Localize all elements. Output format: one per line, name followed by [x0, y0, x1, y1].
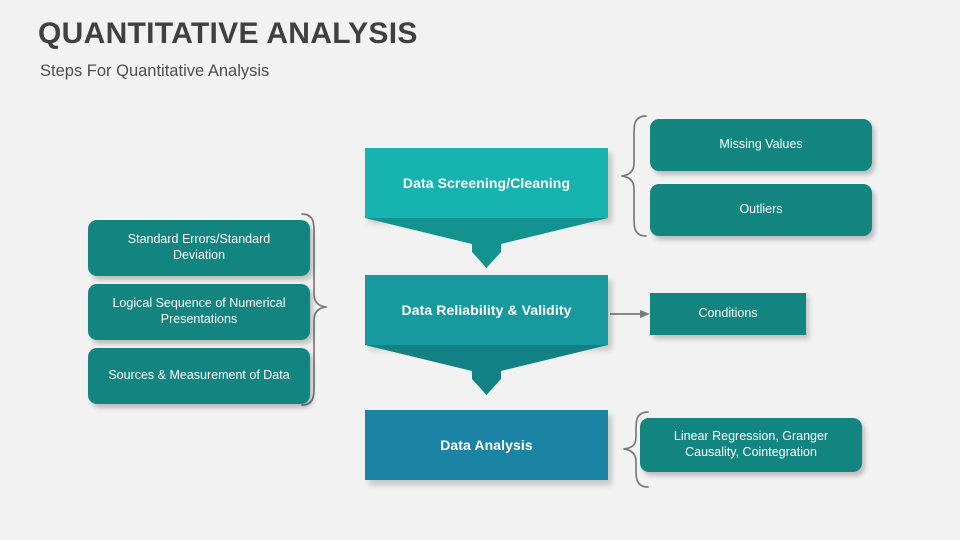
curly-brace-right-icon — [621, 115, 647, 237]
arrow-down-icon — [365, 218, 608, 268]
satellite-sources-measurement[interactable]: Sources & Measurement of Data — [88, 348, 310, 404]
page-subtitle: Steps For Quantitative Analysis — [40, 62, 270, 80]
satellite-label: Missing Values — [719, 137, 803, 152]
arrow-down-icon — [365, 345, 608, 395]
satellite-outliers[interactable]: Outliers — [650, 184, 872, 236]
step-data-screening-cleaning[interactable]: Data Screening/Cleaning — [365, 148, 612, 268]
satellite-logical-sequence[interactable]: Logical Sequence of Numerical Presentati… — [88, 284, 310, 340]
step-data-reliability-validity[interactable]: Data Reliability & Validity — [365, 275, 612, 395]
satellite-label: Outliers — [739, 202, 783, 217]
satellite-methods[interactable]: Linear Regression, Granger Causality, Co… — [640, 418, 862, 472]
step-label-wrap: Data Screening/Cleaning — [365, 148, 608, 218]
satellite-label: Conditions — [698, 306, 758, 321]
satellite-label: Linear Regression, Granger Causality, Co… — [673, 429, 829, 459]
satellite-missing-values[interactable]: Missing Values — [650, 119, 872, 171]
step-data-analysis[interactable]: Data Analysis — [365, 410, 612, 485]
step-label-wrap: Data Reliability & Validity — [365, 275, 608, 345]
step-label: Data Screening/Cleaning — [402, 175, 571, 191]
slide-canvas: QUANTITATIVE ANALYSIS Steps For Quantita… — [0, 0, 960, 540]
page-title: QUANTITATIVE ANALYSIS — [38, 17, 418, 50]
step-label-wrap: Data Analysis — [365, 410, 608, 480]
satellite-label: Sources & Measurement of Data — [108, 368, 290, 383]
step-label: Data Reliability & Validity — [401, 302, 572, 318]
satellite-label: Logical Sequence of Numerical Presentati… — [112, 296, 286, 326]
satellite-conditions[interactable]: Conditions — [650, 293, 806, 335]
satellite-label: Standard Errors/Standard Deviation — [127, 232, 271, 262]
satellite-standard-errors[interactable]: Standard Errors/Standard Deviation — [88, 220, 310, 276]
step-label: Data Analysis — [440, 437, 533, 453]
arrow-right-icon — [610, 310, 650, 318]
